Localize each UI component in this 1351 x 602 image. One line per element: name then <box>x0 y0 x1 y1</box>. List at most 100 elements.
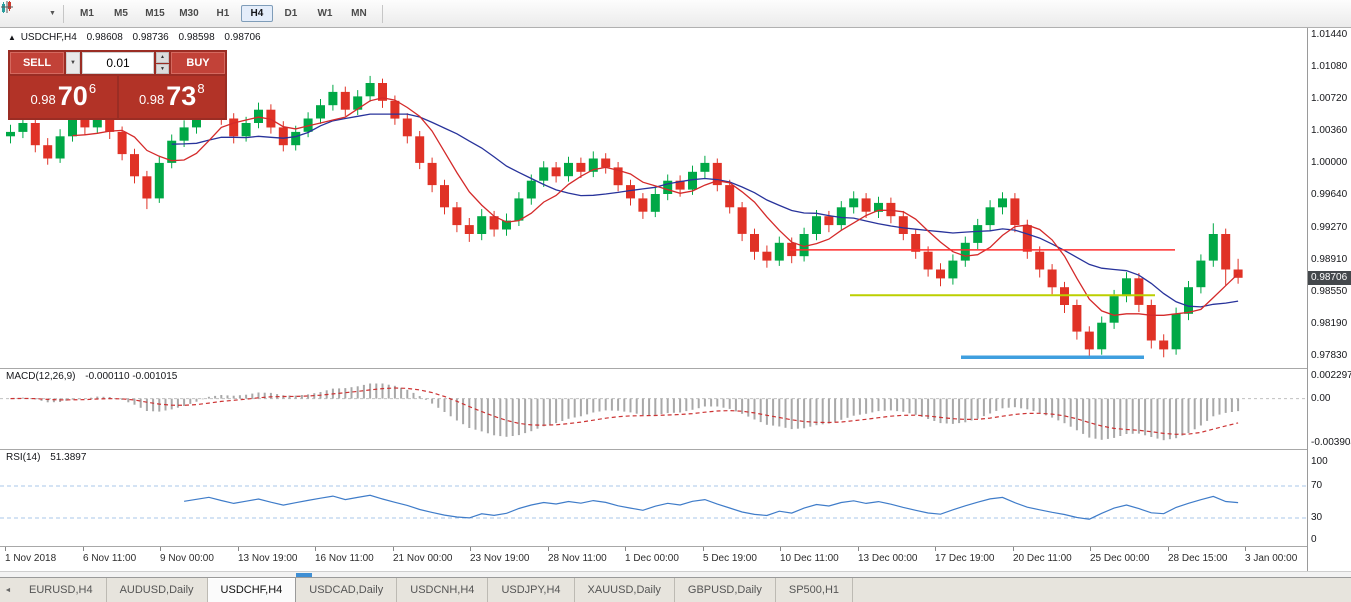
price-axis-label: 0.99640 <box>1311 189 1347 200</box>
buy-price-display[interactable]: 0.98 73 8 <box>119 76 226 118</box>
crosshair-tool-icon[interactable] <box>26 4 46 24</box>
rsi-axis-label: 70 <box>1311 480 1322 491</box>
time-axis-label: 17 Dec 19:00 <box>935 553 995 564</box>
time-axis-tick <box>1245 547 1246 551</box>
macd-values: -0.000110 -0.001015 <box>85 371 177 382</box>
timeframe-button-group: M1M5M15M30H1H4D1W1MN <box>71 5 375 22</box>
price-axis-label: 1.00000 <box>1311 157 1347 168</box>
macd-indicator-panel: MACD(12,26,9) -0.000110 -0.001015 <box>0 369 1307 449</box>
time-axis: 1 Nov 2018 6 Nov 11:00 9 Nov 00:00 13 Nov 1… <box>0 547 1307 571</box>
buy-price-big-digits: 73 <box>166 83 196 118</box>
mt4-chart-window: ▼ M1M5M15M30H1H4D1W1MN ▲ USDCHF,H4 0.986… <box>0 0 1351 602</box>
toolbar-separator <box>382 5 383 23</box>
time-axis-tick <box>625 547 626 551</box>
chart-tab-sp500-h1[interactable]: SP500,H1 <box>776 578 853 602</box>
chart-tab-eurusd-h4[interactable]: EURUSD,H4 <box>16 578 107 602</box>
chart-tab-audusd-daily[interactable]: AUDUSD,Daily <box>107 578 208 602</box>
ohlc-high: 0.98736 <box>133 32 169 43</box>
price-scale: 1.014401.010801.007201.003601.000000.996… <box>1307 28 1351 571</box>
macd-histogram <box>11 384 1239 441</box>
time-axis-label: 5 Dec 19:00 <box>703 553 757 564</box>
time-axis-label: 1 Dec 00:00 <box>625 553 679 564</box>
rsi-canvas <box>0 450 1306 546</box>
rsi-axis-label: 30 <box>1311 512 1322 523</box>
time-axis-tick <box>548 547 549 551</box>
macd-title: MACD(12,26,9) <box>6 371 75 382</box>
time-axis-tick <box>1090 547 1091 551</box>
lot-decrease-button[interactable]: ▼ <box>156 64 169 75</box>
time-axis-label: 16 Nov 11:00 <box>315 553 374 564</box>
time-axis-label: 13 Nov 19:00 <box>238 553 298 564</box>
one-click-toggle-icon[interactable]: ▲ <box>8 33 16 42</box>
price-axis-label: 0.99270 <box>1311 222 1347 233</box>
timeframe-button-d1[interactable]: D1 <box>275 5 307 22</box>
time-axis-label: 9 Nov 00:00 <box>160 553 214 564</box>
sell-price-display[interactable]: 0.98 70 6 <box>10 76 117 118</box>
chart-ohlc-header: ▲ USDCHF,H4 0.98608 0.98736 0.98598 0.98… <box>8 32 268 43</box>
timeframe-button-h4[interactable]: H4 <box>241 5 273 22</box>
time-axis-label: 25 Dec 00:00 <box>1090 553 1150 564</box>
combo-caret-icon: ▼ <box>70 60 76 66</box>
timeframe-button-m30[interactable]: M30 <box>173 5 205 22</box>
lot-size-input[interactable] <box>82 52 154 74</box>
price-axis-label: 1.00720 <box>1311 93 1347 104</box>
time-axis-tick <box>935 547 936 551</box>
price-axis-label: 1.00360 <box>1311 125 1347 136</box>
sell-price-big-digits: 70 <box>58 83 88 118</box>
lot-increase-button[interactable]: ▲ <box>156 52 169 63</box>
time-axis-tick <box>1168 547 1169 551</box>
time-axis-label: 23 Nov 19:00 <box>470 553 530 564</box>
rsi-axis-label: 100 <box>1311 456 1328 467</box>
chart-tab-usdjpy-h4[interactable]: USDJPY,H4 <box>488 578 574 602</box>
sell-price-prefix: 0.98 <box>30 92 55 118</box>
time-axis-label: 28 Dec 15:00 <box>1168 553 1228 564</box>
timeframe-button-mn[interactable]: MN <box>343 5 375 22</box>
time-axis-tick <box>83 547 84 551</box>
time-axis-label: 1 Nov 2018 <box>5 553 56 564</box>
time-axis-label: 3 Jan 00:00 <box>1245 553 1297 564</box>
timeframe-button-w1[interactable]: W1 <box>309 5 341 22</box>
macd-axis-label: 0.00 <box>1311 393 1330 404</box>
rsi-value: 51.3897 <box>50 452 86 463</box>
chart-tab-bar: ◄ EURUSD,H4AUDUSD,DailyUSDCHF,H4USDCAD,D… <box>0 577 1351 602</box>
time-axis-label: 6 Nov 11:00 <box>83 553 136 564</box>
chart-tab-xauusd-daily[interactable]: XAUUSD,Daily <box>575 578 675 602</box>
macd-axis-label: 0.002297 <box>1311 370 1351 381</box>
tab-scroll-left-icon[interactable]: ◄ <box>0 578 16 602</box>
time-axis-tick <box>858 547 859 551</box>
rsi-axis-label: 0 <box>1311 534 1317 545</box>
chart-tab-gbpusd-daily[interactable]: GBPUSD,Daily <box>675 578 776 602</box>
timeframe-button-m15[interactable]: M15 <box>139 5 171 22</box>
chart-tab-usdchf-h4[interactable]: USDCHF,H4 <box>208 578 297 602</box>
price-axis-label: 0.97830 <box>1311 350 1347 361</box>
timeframe-button-m5[interactable]: M5 <box>105 5 137 22</box>
timeframe-button-m1[interactable]: M1 <box>71 5 103 22</box>
lot-size-stepper: ▲ ▼ <box>156 52 169 74</box>
buy-button[interactable]: BUY <box>171 52 225 74</box>
time-axis-label: 20 Dec 11:00 <box>1013 553 1072 564</box>
toolbar: ▼ M1M5M15M30H1H4D1W1MN <box>0 0 1351 28</box>
tools-dropdown-caret-icon[interactable]: ▼ <box>49 10 56 17</box>
macd-axis-label: -0.003904 <box>1311 437 1351 448</box>
sell-button[interactable]: SELL <box>10 52 64 74</box>
ohlc-low: 0.98598 <box>178 32 214 43</box>
price-axis-label: 0.98550 <box>1311 286 1347 297</box>
time-axis-tick <box>470 547 471 551</box>
timeframe-button-h1[interactable]: H1 <box>207 5 239 22</box>
chart-tab-usdcnh-h4[interactable]: USDCNH,H4 <box>397 578 488 602</box>
ohlc-open: 0.98608 <box>87 32 123 43</box>
price-axis-label: 1.01440 <box>1311 29 1347 40</box>
time-axis-tick <box>703 547 704 551</box>
buy-price-pip-digit: 8 <box>197 81 204 118</box>
chart-tab-usdcad-daily[interactable]: USDCAD,Daily <box>296 578 397 602</box>
price-chart-panel: ▲ USDCHF,H4 0.98608 0.98736 0.98598 0.98… <box>0 28 1307 368</box>
sell-price-pip-digit: 6 <box>89 81 96 118</box>
time-axis-tick <box>315 547 316 551</box>
time-axis-label: 21 Nov 00:00 <box>393 553 453 564</box>
buy-price-prefix: 0.98 <box>139 92 164 118</box>
lot-size-combo-button[interactable]: ▼ <box>66 52 80 74</box>
chart-symbol-label: USDCHF,H4 <box>21 32 77 43</box>
price-axis-label: 0.98910 <box>1311 254 1347 265</box>
rsi-indicator-panel: RSI(14) 51.3897 <box>0 450 1307 546</box>
time-axis-tick <box>1013 547 1014 551</box>
